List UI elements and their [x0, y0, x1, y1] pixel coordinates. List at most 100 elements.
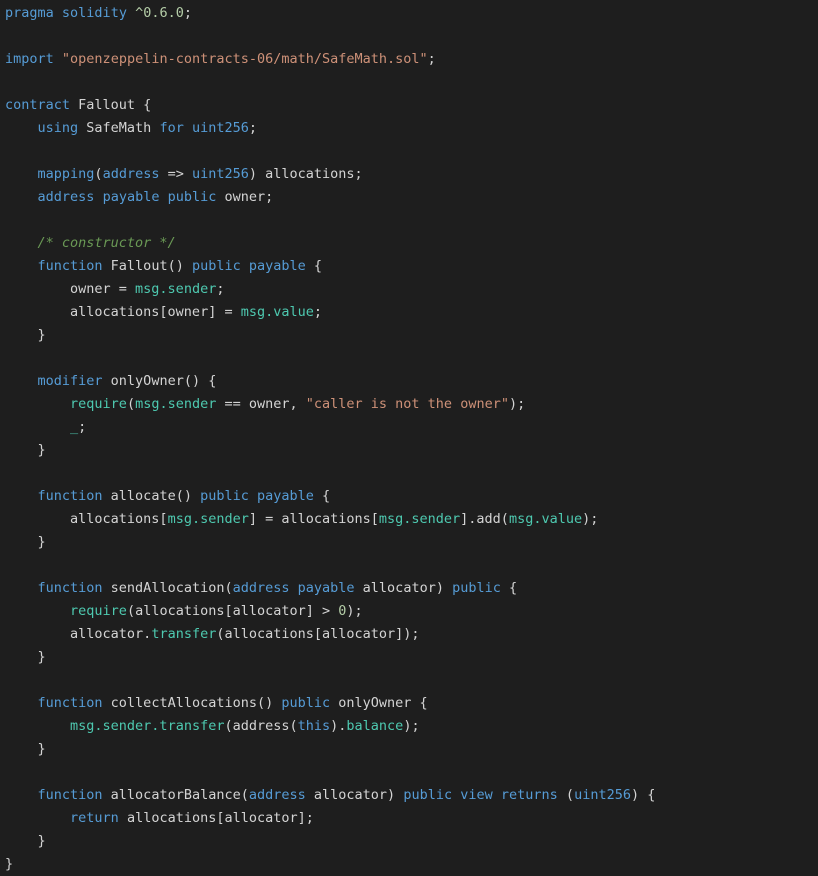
code-token-plain: ; — [427, 51, 436, 67]
code-token-mem: msg.value — [508, 511, 583, 527]
code-token-plain: owner; — [216, 189, 274, 205]
code-token-plain: Fallout { — [70, 97, 152, 113]
code-token-kw: mapping — [37, 166, 95, 182]
code-token-plain: ; — [216, 281, 225, 297]
code-line[interactable]: function sendAllocation(address payable … — [0, 577, 818, 600]
code-line[interactable]: require(msg.sender == owner, "caller is … — [0, 393, 818, 416]
code-token-kw: function — [37, 695, 103, 711]
code-token-mem: msg.sender.transfer — [70, 718, 225, 734]
code-token-plain: ; — [183, 5, 193, 21]
code-token-plain: ); — [582, 511, 599, 527]
code-line[interactable]: function allocatorBalance(address alloca… — [0, 784, 818, 807]
code-line[interactable]: using SafeMath for uint256; — [0, 117, 818, 140]
code-token-mem: balance — [346, 718, 404, 734]
code-token-kw: import — [5, 51, 54, 67]
code-token-plain: } — [5, 534, 46, 550]
code-line[interactable] — [0, 209, 818, 232]
code-line[interactable]: return allocations[allocator]; — [0, 807, 818, 830]
code-line[interactable] — [0, 71, 818, 94]
code-line[interactable]: _; — [0, 416, 818, 439]
code-line[interactable]: } — [0, 738, 818, 761]
code-token-kw: using — [37, 120, 79, 136]
code-token-kw: public — [452, 580, 501, 596]
code-line[interactable]: function collectAllocations() public onl… — [0, 692, 818, 715]
code-token-kw: return — [70, 810, 119, 826]
code-token-plain: } — [5, 442, 46, 458]
code-line[interactable]: require(allocations[allocator] > 0); — [0, 600, 818, 623]
code-token-plain: allocator. — [5, 626, 152, 642]
code-line[interactable]: } — [0, 531, 818, 554]
code-token-plain: allocations[owner] = — [5, 304, 241, 320]
code-token-plain: allocations[allocator]; — [118, 810, 314, 826]
code-line[interactable]: mapping(address => uint256) allocations; — [0, 163, 818, 186]
code-token-kw: payable — [248, 258, 306, 274]
code-token-mem: _ — [70, 419, 79, 435]
code-token-kw: public — [167, 189, 217, 205]
code-line[interactable]: owner = msg.sender; — [0, 278, 818, 301]
code-line[interactable]: } — [0, 853, 818, 876]
code-token-plain: ); — [346, 603, 363, 619]
code-line[interactable]: pragma solidity ^0.6.0; — [0, 2, 818, 25]
code-line[interactable] — [0, 140, 818, 163]
code-token-plain: collectAllocations() — [102, 695, 282, 711]
code-editor[interactable]: pragma solidity ^0.6.0; import "openzeppe… — [0, 0, 818, 876]
code-line[interactable]: } — [0, 439, 818, 462]
code-token-kw: function — [37, 258, 103, 274]
code-line[interactable] — [0, 462, 818, 485]
code-token-num: ^0.6.0 — [135, 5, 184, 21]
code-token-plain: ); — [508, 396, 526, 412]
code-token-plain: { — [305, 258, 323, 274]
code-line[interactable] — [0, 761, 818, 784]
code-line[interactable]: address payable public owner; — [0, 186, 818, 209]
code-token-plain: owner = — [5, 281, 136, 297]
code-token-kw: payable — [257, 488, 314, 504]
code-line[interactable]: } — [0, 646, 818, 669]
code-line[interactable]: /* constructor */ — [0, 232, 818, 255]
code-line[interactable]: allocations[msg.sender] = allocations[ms… — [0, 508, 818, 531]
code-token-plain: allocations[ — [5, 511, 168, 527]
code-token-plain: => — [159, 166, 192, 182]
code-token-plain: } — [5, 741, 46, 757]
code-line[interactable] — [0, 669, 818, 692]
code-line[interactable]: } — [0, 324, 818, 347]
code-token-kw: public — [403, 787, 453, 803]
code-token-kw: uint256 — [574, 787, 631, 803]
code-line[interactable] — [0, 25, 818, 48]
code-line[interactable]: allocations[owner] = msg.value; — [0, 301, 818, 324]
code-line[interactable]: contract Fallout { — [0, 94, 818, 117]
code-token-plain: ); — [403, 718, 420, 734]
code-token-kw: address — [102, 166, 160, 182]
code-line[interactable]: allocator.transfer(allocations[allocator… — [0, 623, 818, 646]
code-token-kw: for — [159, 120, 184, 136]
code-token-plain: ; — [313, 304, 322, 320]
code-token-kw: function — [37, 787, 103, 803]
code-line[interactable]: function allocate() public payable { — [0, 485, 818, 508]
code-token-plain: } — [5, 649, 46, 665]
code-line[interactable] — [0, 347, 818, 370]
code-token-plain: Fallout() — [102, 258, 192, 274]
code-line[interactable]: modifier onlyOwner() { — [0, 370, 818, 393]
code-token-kw: contract — [5, 97, 71, 113]
code-token-plain: ( — [94, 166, 103, 182]
code-token-plain: == owner, — [216, 396, 306, 412]
code-line[interactable] — [0, 554, 818, 577]
code-line[interactable]: } — [0, 830, 818, 853]
code-line[interactable]: msg.sender.transfer(address(this).balanc… — [0, 715, 818, 738]
code-line[interactable]: function Fallout() public payable { — [0, 255, 818, 278]
code-token-plain: onlyOwner() { — [102, 373, 217, 389]
code-token-plain: } — [5, 856, 14, 872]
code-token-plain: sendAllocation( — [102, 580, 233, 596]
code-token-mem: msg.sender — [135, 396, 217, 412]
code-line[interactable]: import "openzeppelin-contracts-06/math/S… — [0, 48, 818, 71]
